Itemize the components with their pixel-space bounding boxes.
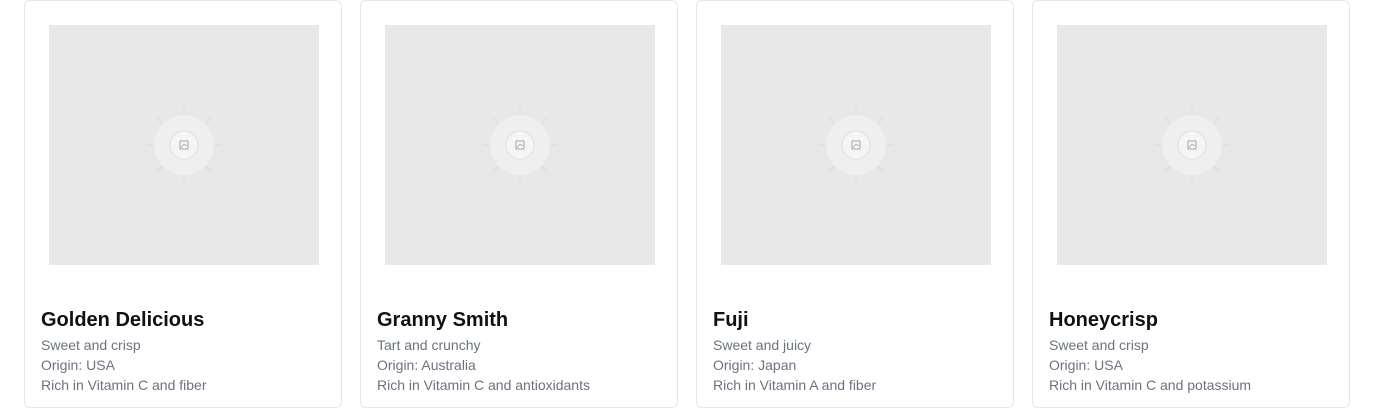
apple-card[interactable]: Granny Smith Tart and crunchy Origin: Au…: [360, 0, 678, 408]
apple-description: Sweet and crisp: [41, 337, 141, 353]
apple-name: Fuji: [713, 309, 749, 331]
apple-name: Granny Smith: [377, 309, 509, 331]
broken-image-icon: [146, 107, 222, 183]
apple-card[interactable]: Honeycrisp Sweet and crisp Origin: USA R…: [1032, 0, 1350, 408]
broken-image-icon: [1154, 107, 1230, 183]
apple-card[interactable]: Golden Delicious Sweet and crisp Origin:…: [24, 0, 342, 408]
apple-origin: Origin: USA: [41, 357, 115, 373]
apple-origin: Origin: USA: [1049, 357, 1123, 373]
apple-origin: Origin: Australia: [377, 357, 476, 373]
apple-nutrition: Rich in Vitamin A and fiber: [713, 377, 877, 393]
apple-info: Honeycrisp Sweet and crisp Origin: USA R…: [1049, 307, 1333, 395]
apple-card[interactable]: Fuji Sweet and juicy Origin: Japan Rich …: [696, 0, 1014, 408]
apple-image-placeholder: [721, 25, 991, 265]
apple-image-placeholder: [385, 25, 655, 265]
apple-nutrition: Rich in Vitamin C and potassium: [1049, 377, 1252, 393]
apple-description: Sweet and crisp: [1049, 337, 1149, 353]
apple-name: Golden Delicious: [41, 309, 205, 331]
apple-origin: Origin: Japan: [713, 357, 797, 373]
apple-image-placeholder: [49, 25, 319, 265]
apple-info: Golden Delicious Sweet and crisp Origin:…: [41, 307, 325, 395]
apple-image-placeholder: [1057, 25, 1327, 265]
apple-nutrition: Rich in Vitamin C and fiber: [41, 377, 207, 393]
apple-card-grid: Golden Delicious Sweet and crisp Origin:…: [0, 0, 1376, 410]
broken-image-icon: [482, 107, 558, 183]
apple-description: Tart and crunchy: [377, 337, 481, 353]
broken-image-icon: [818, 107, 894, 183]
apple-name: Honeycrisp: [1049, 309, 1158, 331]
apple-info: Fuji Sweet and juicy Origin: Japan Rich …: [713, 307, 997, 395]
apple-description: Sweet and juicy: [713, 337, 812, 353]
apple-nutrition: Rich in Vitamin C and antioxidants: [377, 377, 590, 393]
apple-info: Granny Smith Tart and crunchy Origin: Au…: [377, 307, 661, 395]
